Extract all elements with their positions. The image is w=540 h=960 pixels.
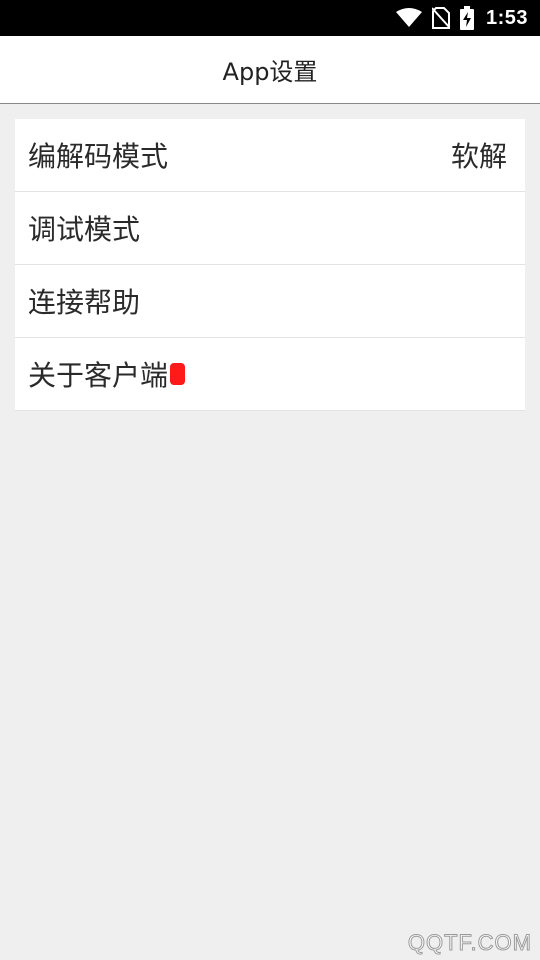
- setting-connection-help[interactable]: 连接帮助: [15, 265, 525, 338]
- watermark: QQTF.COM: [407, 930, 532, 956]
- status-bar: 1:53: [0, 0, 540, 36]
- red-dot-badge: [170, 363, 186, 385]
- setting-label: 关于客户端: [28, 359, 169, 392]
- setting-codec-mode[interactable]: 编解码模式 软解: [15, 119, 525, 192]
- setting-debug-mode[interactable]: 调试模式: [15, 192, 525, 265]
- setting-about-client[interactable]: 关于客户端: [15, 338, 525, 411]
- setting-label: 编解码模式: [28, 140, 169, 173]
- wifi-icon: [395, 8, 422, 28]
- setting-label: 调试模式: [28, 213, 141, 246]
- page-title: App设置: [222, 58, 318, 86]
- settings-list: 编解码模式 软解 调试模式 连接帮助 关于客户端: [15, 119, 525, 411]
- battery-charging-icon: [459, 6, 474, 30]
- no-sim-icon: [431, 7, 450, 29]
- setting-value: 软解: [450, 140, 507, 173]
- setting-label-wrap: 关于客户端: [28, 354, 186, 394]
- app-bar: App设置: [0, 36, 540, 104]
- status-time: 1:53: [485, 6, 528, 29]
- setting-label: 连接帮助: [28, 286, 141, 319]
